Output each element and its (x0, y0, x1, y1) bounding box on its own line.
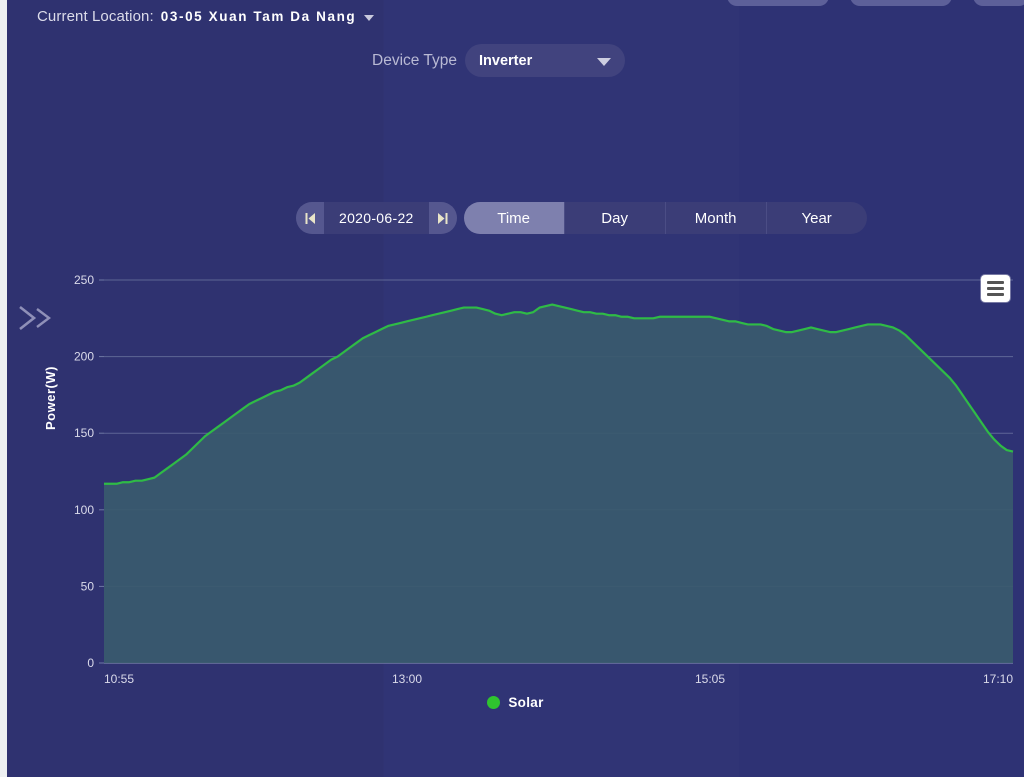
legend-series-label: Solar (508, 695, 544, 710)
chart-canvas: 0 50 100 150 200 250 10:55 13:00 15:05 17:10 (74, 273, 1013, 686)
next-date-button[interactable] (428, 202, 457, 234)
y-tick-label: 50 (81, 579, 95, 593)
y-tick-label: 150 (74, 426, 94, 440)
step-forward-icon (438, 212, 448, 224)
tab-month[interactable]: Month (666, 202, 767, 234)
current-location-value: 03-05 Xuan Tam Da Nang (160, 9, 357, 24)
current-location-label: Current Location: (37, 8, 154, 25)
tab-time[interactable]: Time (463, 202, 565, 234)
device-type-value: Inverter (479, 52, 533, 69)
chart-menu-button[interactable] (981, 275, 1010, 302)
offscreen-toolbar-stubs (7, 0, 1024, 8)
date-stepper: 2020-06-22 (296, 202, 457, 234)
chevron-down-icon[interactable] (364, 14, 375, 21)
chevron-down-icon (597, 58, 612, 66)
tab-year[interactable]: Year (767, 202, 867, 234)
tab-day[interactable]: Day (565, 202, 666, 234)
x-tick-label: 15:05 (695, 672, 725, 686)
toolbar-stub-2 (850, 0, 952, 6)
page-gutter (0, 0, 7, 777)
current-location[interactable]: Current Location: 03-05 Xuan Tam Da Nang (37, 8, 375, 25)
y-tick-label: 200 (74, 350, 94, 364)
prev-date-button[interactable] (296, 202, 324, 234)
device-type-label: Device Type (372, 51, 458, 69)
device-type-select[interactable]: Inverter (465, 44, 626, 77)
power-area-chart: 0 50 100 150 200 250 10:55 13:00 15:05 17:10 (7, 258, 1024, 728)
chart-legend[interactable]: Solar (7, 695, 1024, 710)
toolbar-stub-3 (973, 0, 1024, 6)
toolbar-stub-1 (727, 0, 829, 6)
y-tick-label: 100 (74, 503, 94, 517)
hamburger-menu-icon-line (987, 293, 1004, 296)
y-tick-label: 0 (87, 656, 94, 670)
hamburger-menu-icon-line (987, 287, 1004, 290)
chart-controls: 2020-06-22 Time Day Month Year (296, 202, 867, 234)
device-type-control: Device Type Inverter (372, 44, 626, 77)
hamburger-menu-icon-line (987, 281, 1004, 284)
y-axis-title: Power(W) (43, 366, 58, 430)
x-tick-label: 17:10 (983, 672, 1013, 686)
period-tabs: Time Day Month Year (463, 202, 867, 234)
app-root: Current Location: 03-05 Xuan Tam Da Nang… (0, 0, 1024, 777)
legend-color-dot (487, 696, 501, 709)
y-tick-label: 250 (74, 273, 94, 287)
step-backward-icon (305, 212, 315, 224)
x-tick-label: 13:00 (392, 672, 422, 686)
series-area-solar (104, 304, 1013, 663)
date-value[interactable]: 2020-06-22 (324, 210, 429, 226)
x-tick-label: 10:55 (104, 672, 134, 686)
dashboard-panel: Current Location: 03-05 Xuan Tam Da Nang… (7, 0, 1024, 777)
